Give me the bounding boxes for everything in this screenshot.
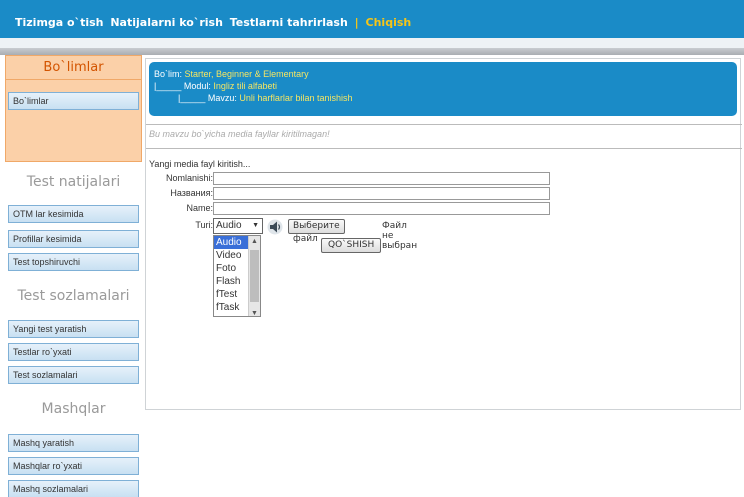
top-nav: Tizimga o`tish Natijalarni ko`rish Testl… [0, 0, 744, 38]
name-en-input[interactable] [213, 202, 550, 215]
nav-links: Tizimga o`tish Natijalarni ko`rish Testl… [15, 16, 414, 29]
scrollbar-thumb[interactable] [250, 250, 259, 302]
type-label: Turi: [195, 220, 213, 230]
speaker-icon[interactable] [267, 219, 283, 235]
sidebar-item-test-list[interactable]: Testlar ro`yxati [8, 343, 139, 361]
type-dropdown-list: Audio Video Foto Flash fTest fTask ▲ ▼ [213, 235, 261, 317]
divider [146, 124, 742, 125]
type-option[interactable]: fTest [214, 288, 250, 301]
breadcrumb: Bo`lim: Starter, Beginner & Elementary |… [149, 62, 737, 116]
choose-file-button[interactable]: Выберите файл [288, 219, 345, 244]
type-option[interactable]: Foto [214, 262, 250, 275]
sidebar-item-otm[interactable]: OTM lar kesimida [8, 205, 139, 223]
name-en-label: Name: [186, 203, 213, 213]
sidebar-item-test-settings[interactable]: Test sozlamalari [8, 366, 139, 384]
nav-separator: | [354, 16, 359, 29]
file-status: Файл не выбран [382, 221, 418, 251]
name-ru-label: Названия: [170, 188, 213, 198]
divider [5, 79, 142, 80]
sidebar-title-sections: Bo`limlar [43, 60, 104, 75]
chevron-down-icon: ▼ [252, 222, 259, 229]
breadcrumb-section-value: Starter, Beginner & Elementary [184, 69, 309, 79]
no-media-message: Bu mavzu bo`yicha media fayllar kiritilm… [149, 129, 330, 139]
breadcrumb-section-label: Bo`lim: [154, 69, 183, 79]
breadcrumb-module-prefix: |_____ [154, 81, 182, 91]
breadcrumb-topic-value: Unli harflarlar bilan tanishish [239, 93, 353, 103]
sidebar-title-results: Test natijalari [26, 174, 121, 190]
type-option[interactable]: Audio [214, 236, 250, 249]
divider [146, 148, 742, 149]
sidebar-item-profiles[interactable]: Profillar kesimida [8, 230, 139, 248]
type-option[interactable]: Video [214, 249, 250, 262]
scroll-down-icon[interactable]: ▼ [251, 310, 258, 316]
sidebar-item-test-taker[interactable]: Test topshiruvchi [8, 253, 139, 271]
sidebar-item-exercise-list[interactable]: Mashqlar ro`yxati [8, 457, 139, 475]
breadcrumb-module-value: Ingliz tili alfabeti [213, 81, 277, 91]
sidebar-item-new-exercise[interactable]: Mashq yaratish [8, 434, 139, 452]
sidebar-item-sections[interactable]: Bo`limlar [8, 92, 139, 110]
nav-login-link[interactable]: Tizimga o`tish [15, 16, 104, 29]
sidebar-item-exercise-settings[interactable]: Mashq sozlamalari [8, 480, 139, 497]
type-select[interactable]: Audio ▼ [213, 218, 263, 234]
sidebar-title-test-settings: Test sozlamalari [17, 288, 130, 304]
type-select-value: Audio [216, 220, 242, 231]
divider-bar [0, 48, 744, 55]
add-button[interactable]: QO`SHISH [321, 238, 382, 253]
dropdown-scrollbar[interactable]: ▲ ▼ [248, 236, 260, 316]
breadcrumb-topic-label: Mavzu: [207, 93, 237, 103]
subheader-bar [0, 38, 744, 48]
nav-edit-tests-link[interactable]: Testlarni tahrirlash [230, 16, 348, 29]
sidebar-title-exercises: Mashqlar [41, 401, 106, 417]
name-uz-label: Nomlanishi: [165, 173, 213, 183]
name-uz-input[interactable] [213, 172, 550, 185]
nav-exit-link[interactable]: Chiqish [366, 16, 412, 29]
main-panel: Bo`lim: Starter, Beginner & Elementary |… [145, 58, 742, 410]
breadcrumb-module-label: Modul: [183, 81, 211, 91]
name-ru-input[interactable] [213, 187, 550, 200]
sidebar-item-new-test[interactable]: Yangi test yaratish [8, 320, 139, 338]
form-heading: Yangi media fayl kiritish... [149, 159, 251, 169]
breadcrumb-topic-prefix: |_____ [178, 93, 206, 103]
scroll-up-icon[interactable]: ▲ [251, 238, 258, 245]
nav-results-link[interactable]: Natijalarni ko`rish [110, 16, 223, 29]
type-option[interactable]: fTask [214, 301, 250, 314]
type-option[interactable]: Flash [214, 275, 250, 288]
